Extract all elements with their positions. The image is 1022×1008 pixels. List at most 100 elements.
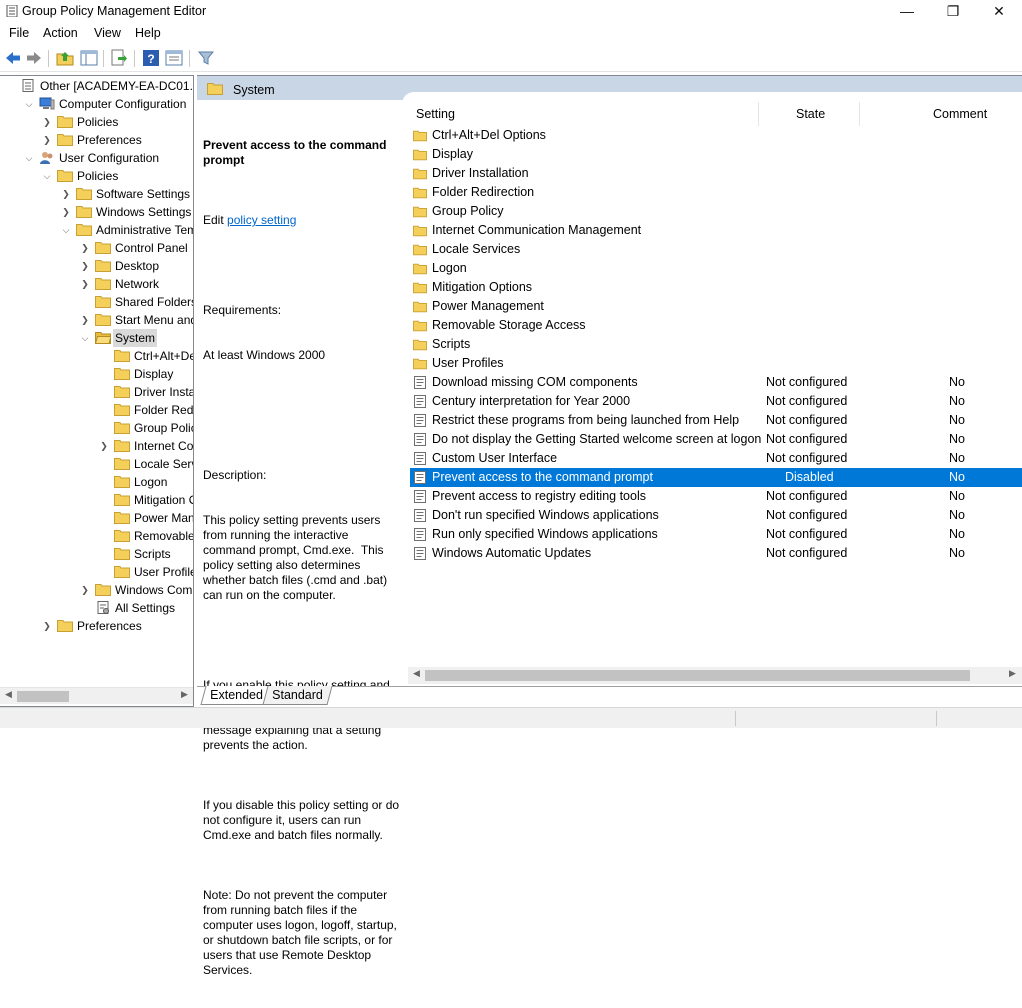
tree-item[interactable]: ⌵ Policies bbox=[0, 167, 193, 185]
menu-help[interactable]: Help bbox=[135, 26, 161, 40]
list-folder-row[interactable]: Locale Services bbox=[410, 240, 1022, 259]
list-setting-row[interactable]: Windows Automatic Updates Not configured N… bbox=[410, 544, 1022, 563]
menu-action[interactable]: Action bbox=[43, 26, 78, 40]
scrollbar-thumb[interactable] bbox=[17, 691, 69, 702]
expand-closed-chevron-icon[interactable]: ❯ bbox=[61, 203, 71, 221]
list-setting-row[interactable]: Download missing COM components Not confi… bbox=[410, 373, 1022, 392]
tree-item[interactable]: Scripts bbox=[0, 545, 193, 563]
help-icon[interactable]: ? bbox=[142, 49, 160, 67]
expand-closed-chevron-icon[interactable]: ❯ bbox=[42, 113, 52, 131]
tab-standard[interactable]: Standard bbox=[262, 686, 333, 705]
list-folder-row[interactable]: User Profiles bbox=[410, 354, 1022, 373]
scroll-right-arrow-icon[interactable]: ▶ bbox=[1009, 668, 1016, 679]
tree-item[interactable]: Group Policy bbox=[0, 419, 193, 437]
list-folder-row[interactable]: Internet Communication Management bbox=[410, 221, 1022, 240]
menu-file[interactable]: File bbox=[9, 26, 29, 40]
tree-item[interactable]: ⌵ User Configuration bbox=[0, 149, 193, 167]
tree-item[interactable]: Locale Service bbox=[0, 455, 193, 473]
expand-closed-chevron-icon[interactable]: ❯ bbox=[80, 257, 90, 275]
tree-item[interactable]: ❯ Desktop bbox=[0, 257, 193, 275]
filter-icon[interactable] bbox=[197, 49, 215, 67]
scroll-right-arrow-icon[interactable]: ▶ bbox=[181, 689, 188, 700]
edit-policy-setting-link[interactable]: policy setting bbox=[227, 213, 296, 227]
column-header-state[interactable]: State bbox=[796, 107, 825, 121]
list-folder-row[interactable]: Ctrl+Alt+Del Options bbox=[410, 126, 1022, 145]
tree-item[interactable]: ❯ Start Menu and T bbox=[0, 311, 193, 329]
tree-item[interactable]: All Settings bbox=[0, 599, 193, 617]
expand-closed-chevron-icon[interactable]: ❯ bbox=[99, 437, 109, 455]
tree-item[interactable]: ❯ Policies bbox=[0, 113, 193, 131]
tree-item[interactable]: Display bbox=[0, 365, 193, 383]
list-folder-row[interactable]: Power Management bbox=[410, 297, 1022, 316]
tree-item[interactable]: Power Manag bbox=[0, 509, 193, 527]
tree-item[interactable]: Folder Redire bbox=[0, 401, 193, 419]
list-setting-row[interactable]: Custom User Interface Not configured No bbox=[410, 449, 1022, 468]
column-header-setting[interactable]: Setting bbox=[416, 107, 455, 121]
tree-item[interactable]: Driver Installa bbox=[0, 383, 193, 401]
expand-closed-chevron-icon[interactable]: ❯ bbox=[80, 581, 90, 599]
list-setting-row[interactable]: Century interpretation for Year 2000 Not … bbox=[410, 392, 1022, 411]
expand-closed-chevron-icon[interactable]: ❯ bbox=[80, 239, 90, 257]
close-button[interactable]: ✕ bbox=[976, 0, 1022, 24]
list-setting-row[interactable]: Prevent access to the command prompt Disa… bbox=[410, 468, 1022, 487]
column-separator[interactable] bbox=[859, 102, 860, 126]
tree-item[interactable]: Other [ACADEMY-EA-DC01.INL bbox=[0, 77, 193, 95]
tree-item[interactable]: ❯ Network bbox=[0, 275, 193, 293]
list-folder-row[interactable]: Driver Installation bbox=[410, 164, 1022, 183]
column-separator[interactable] bbox=[758, 102, 759, 126]
expand-open-chevron-icon[interactable]: ⌵ bbox=[24, 149, 34, 167]
tree-item[interactable]: ⌵ System bbox=[0, 329, 193, 347]
tree-item[interactable]: ❯ Preferences bbox=[0, 131, 193, 149]
minimize-button[interactable]: — bbox=[884, 0, 930, 24]
expand-open-chevron-icon[interactable]: ⌵ bbox=[42, 167, 52, 185]
up-folder-icon[interactable] bbox=[56, 49, 74, 67]
list-setting-row[interactable]: Don't run specified Windows applications… bbox=[410, 506, 1022, 525]
tree-item[interactable]: Mitigation Op bbox=[0, 491, 193, 509]
tree-item[interactable]: ❯ Software Settings bbox=[0, 185, 193, 203]
tree-item[interactable]: Shared Folders bbox=[0, 293, 193, 311]
list-setting-row[interactable]: Do not display the Getting Started welco… bbox=[410, 430, 1022, 449]
properties-icon[interactable] bbox=[165, 49, 183, 67]
tree-item[interactable]: Logon bbox=[0, 473, 193, 491]
expand-open-chevron-icon[interactable]: ⌵ bbox=[61, 221, 71, 239]
list-setting-row[interactable]: Prevent access to registry editing tools… bbox=[410, 487, 1022, 506]
expand-open-chevron-icon[interactable]: ⌵ bbox=[80, 329, 90, 347]
expand-open-chevron-icon[interactable]: ⌵ bbox=[24, 95, 34, 113]
list-folder-row[interactable]: Group Policy bbox=[410, 202, 1022, 221]
forward-arrow-icon[interactable] bbox=[25, 49, 43, 67]
list-setting-row[interactable]: Restrict these programs from being launc… bbox=[410, 411, 1022, 430]
tree-item[interactable]: ⌵ Computer Configuration bbox=[0, 95, 193, 113]
expand-closed-chevron-icon[interactable]: ❯ bbox=[80, 311, 90, 329]
tree-item[interactable]: ❯ Preferences bbox=[0, 617, 193, 635]
maximize-button[interactable]: ❐ bbox=[930, 0, 976, 24]
tree-horizontal-scrollbar[interactable]: ◀ ▶ bbox=[0, 687, 193, 704]
tree-item[interactable]: ⌵ Administrative Temp bbox=[0, 221, 193, 239]
export-list-icon[interactable] bbox=[110, 49, 128, 67]
expand-closed-chevron-icon[interactable]: ❯ bbox=[80, 275, 90, 293]
list-folder-row[interactable]: Logon bbox=[410, 259, 1022, 278]
list-folder-row[interactable]: Folder Redirection bbox=[410, 183, 1022, 202]
expand-closed-chevron-icon[interactable]: ❯ bbox=[42, 131, 52, 149]
menu-view[interactable]: View bbox=[94, 26, 121, 40]
tree-item[interactable]: ❯ Windows Compo bbox=[0, 581, 193, 599]
column-header-comment[interactable]: Comment bbox=[933, 107, 987, 121]
tab-extended[interactable]: Extended bbox=[200, 686, 273, 705]
tree-item[interactable]: ❯ Internet Com bbox=[0, 437, 193, 455]
tree-item[interactable]: Ctrl+Alt+Del bbox=[0, 347, 193, 365]
scroll-left-arrow-icon[interactable]: ◀ bbox=[5, 689, 12, 700]
tree-item[interactable]: Removable St bbox=[0, 527, 193, 545]
expand-closed-chevron-icon[interactable]: ❯ bbox=[61, 185, 71, 203]
scroll-left-arrow-icon[interactable]: ◀ bbox=[413, 668, 420, 679]
show-hide-tree-icon[interactable] bbox=[80, 49, 98, 67]
tree-item[interactable]: User Profiles bbox=[0, 563, 193, 581]
list-setting-row[interactable]: Run only specified Windows applications N… bbox=[410, 525, 1022, 544]
list-horizontal-scrollbar[interactable]: ◀ ▶ bbox=[408, 667, 1022, 684]
tree-item[interactable]: ❯ Windows Settings bbox=[0, 203, 193, 221]
scrollbar-thumb[interactable] bbox=[425, 670, 970, 681]
list-folder-row[interactable]: Mitigation Options bbox=[410, 278, 1022, 297]
back-arrow-icon[interactable] bbox=[4, 49, 22, 67]
list-folder-row[interactable]: Display bbox=[410, 145, 1022, 164]
list-folder-row[interactable]: Removable Storage Access bbox=[410, 316, 1022, 335]
expand-closed-chevron-icon[interactable]: ❯ bbox=[42, 617, 52, 635]
list-folder-row[interactable]: Scripts bbox=[410, 335, 1022, 354]
